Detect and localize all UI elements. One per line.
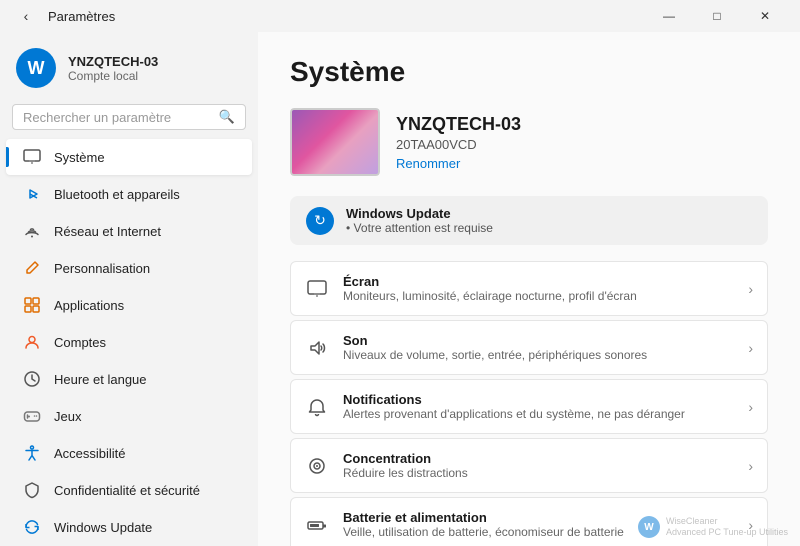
back-button[interactable]: ‹ (12, 2, 40, 30)
sidebar-item-network[interactable]: Réseau et Internet (6, 213, 252, 249)
personalization-icon (22, 258, 42, 278)
content: Système YNZQTECH-03 20TAA00VCD Renommer … (258, 32, 800, 546)
update-alert[interactable]: ↻ Windows Update Votre attention est req… (290, 196, 768, 245)
nav-list: Système Bluetooth et appareils Réseau et… (0, 138, 258, 546)
settings-item-desc-screen: Moniteurs, luminosité, éclairage nocturn… (343, 289, 734, 303)
notifications-settings-icon (305, 395, 329, 419)
search-box[interactable]: 🔍 (12, 104, 246, 130)
update-text: Windows Update Votre attention est requi… (346, 206, 493, 235)
system-icon (22, 147, 42, 167)
device-details: YNZQTECH-03 20TAA00VCD Renommer (396, 114, 521, 171)
avatar: W (16, 48, 56, 88)
chevron-focus-icon: › (748, 458, 753, 474)
settings-item-title-sound: Son (343, 333, 734, 348)
settings-item-focus[interactable]: Concentration Réduire les distractions › (290, 438, 768, 493)
settings-item-text-screen: Écran Moniteurs, luminosité, éclairage n… (343, 274, 734, 303)
watermark-line2: Advanced PC Tune-up Utilities (666, 527, 788, 538)
settings-list: Écran Moniteurs, luminosité, éclairage n… (290, 261, 768, 546)
sidebar-item-accounts[interactable]: Comptes (6, 324, 252, 360)
device-card: YNZQTECH-03 20TAA00VCD Renommer (290, 108, 768, 176)
settings-item-title-screen: Écran (343, 274, 734, 289)
sidebar-item-bluetooth[interactable]: Bluetooth et appareils (6, 176, 252, 212)
settings-item-sound[interactable]: Son Niveaux de volume, sortie, entrée, p… (290, 320, 768, 375)
screen-settings-icon (305, 277, 329, 301)
chevron-screen-icon: › (748, 281, 753, 297)
network-icon (22, 221, 42, 241)
settings-item-notifications[interactable]: Notifications Alertes provenant d'applic… (290, 379, 768, 434)
watermark-line1: WiseCleaner (666, 516, 788, 527)
sidebar-item-label-games: Jeux (54, 409, 81, 424)
watermark-text: WiseCleaner Advanced PC Tune-up Utilitie… (666, 516, 788, 538)
watermark-logo: W (638, 516, 660, 538)
user-account-type: Compte local (68, 69, 158, 83)
sound-settings-icon (305, 336, 329, 360)
search-input[interactable] (23, 110, 211, 125)
settings-item-screen[interactable]: Écran Moniteurs, luminosité, éclairage n… (290, 261, 768, 316)
sidebar-item-label-time: Heure et langue (54, 372, 147, 387)
privacy-icon (22, 480, 42, 500)
titlebar-left: ‹ Paramètres (12, 2, 115, 30)
settings-item-text-notifications: Notifications Alertes provenant d'applic… (343, 392, 734, 421)
sidebar: W YNZQTECH-03 Compte local 🔍 Système Blu… (0, 32, 258, 546)
sidebar-item-games[interactable]: Jeux (6, 398, 252, 434)
user-profile[interactable]: W YNZQTECH-03 Compte local (0, 40, 258, 100)
titlebar-title: Paramètres (48, 9, 115, 24)
accounts-icon (22, 332, 42, 352)
settings-item-desc-focus: Réduire les distractions (343, 466, 734, 480)
bluetooth-icon (22, 184, 42, 204)
sidebar-item-time[interactable]: Heure et langue (6, 361, 252, 397)
chevron-sound-icon: › (748, 340, 753, 356)
apps-icon (22, 295, 42, 315)
sidebar-item-label-apps: Applications (54, 298, 124, 313)
settings-item-desc-notifications: Alertes provenant d'applications et du s… (343, 407, 734, 421)
settings-item-title-notifications: Notifications (343, 392, 734, 407)
maximize-button[interactable]: □ (694, 0, 740, 32)
device-screen (290, 108, 380, 176)
sidebar-item-label-update: Windows Update (54, 520, 152, 535)
user-info: YNZQTECH-03 Compte local (68, 54, 158, 83)
settings-item-title-focus: Concentration (343, 451, 734, 466)
sidebar-item-privacy[interactable]: Confidentialité et sécurité (6, 472, 252, 508)
update-title: Windows Update (346, 206, 493, 221)
battery-settings-icon (305, 513, 329, 537)
settings-item-text-focus: Concentration Réduire les distractions (343, 451, 734, 480)
content-wrapper: Système YNZQTECH-03 20TAA00VCD Renommer … (258, 32, 800, 546)
titlebar: ‹ Paramètres — □ ✕ (0, 0, 800, 32)
sidebar-item-system[interactable]: Système (6, 139, 252, 175)
sidebar-item-label-accounts: Comptes (54, 335, 106, 350)
device-rename-link[interactable]: Renommer (396, 156, 521, 171)
time-icon (22, 369, 42, 389)
close-button[interactable]: ✕ (742, 0, 788, 32)
page-title: Système (290, 56, 768, 88)
main-container: W YNZQTECH-03 Compte local 🔍 Système Blu… (0, 32, 800, 546)
sidebar-item-label-personalization: Personnalisation (54, 261, 150, 276)
sidebar-item-label-privacy: Confidentialité et sécurité (54, 483, 200, 498)
sidebar-item-accessibility[interactable]: Accessibilité (6, 435, 252, 471)
sidebar-item-apps[interactable]: Applications (6, 287, 252, 323)
search-icon: 🔍 (219, 109, 235, 125)
titlebar-controls-right: — □ ✕ (646, 0, 788, 32)
sidebar-item-label-accessibility: Accessibilité (54, 446, 126, 461)
device-model: 20TAA00VCD (396, 137, 521, 152)
accessibility-icon (22, 443, 42, 463)
watermark: W WiseCleaner Advanced PC Tune-up Utilit… (638, 516, 788, 538)
sidebar-item-personalization[interactable]: Personnalisation (6, 250, 252, 286)
device-image (290, 108, 380, 176)
update-icon: ↻ (306, 207, 334, 235)
minimize-button[interactable]: — (646, 0, 692, 32)
device-name: YNZQTECH-03 (396, 114, 521, 135)
focus-settings-icon (305, 454, 329, 478)
games-icon (22, 406, 42, 426)
sidebar-item-update[interactable]: Windows Update (6, 509, 252, 545)
settings-item-text-sound: Son Niveaux de volume, sortie, entrée, p… (343, 333, 734, 362)
sidebar-item-label-system: Système (54, 150, 105, 165)
settings-item-desc-sound: Niveaux de volume, sortie, entrée, périp… (343, 348, 734, 362)
user-name: YNZQTECH-03 (68, 54, 158, 69)
update-icon (22, 517, 42, 537)
sidebar-item-label-bluetooth: Bluetooth et appareils (54, 187, 180, 202)
update-subtitle: Votre attention est requise (346, 221, 493, 235)
chevron-notifications-icon: › (748, 399, 753, 415)
sidebar-item-label-network: Réseau et Internet (54, 224, 161, 239)
